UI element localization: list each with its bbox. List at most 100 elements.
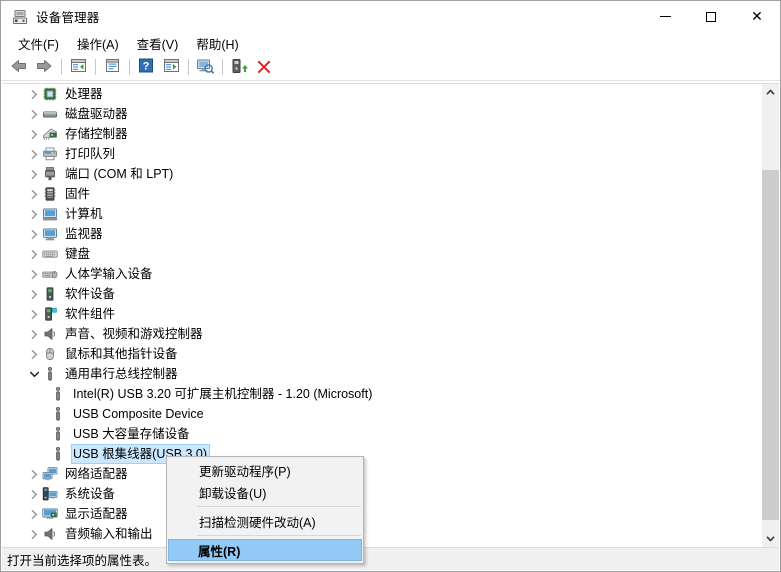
tree-item-label: 音频输入和输出	[65, 527, 153, 541]
chevron-right-icon[interactable]	[26, 264, 42, 284]
show-hide-console-tree-button[interactable]	[66, 56, 90, 78]
print-queue-icon	[42, 146, 58, 162]
usb-controller-icon	[42, 366, 58, 382]
menu-action[interactable]: 操作(A)	[68, 32, 128, 55]
forward-button[interactable]	[32, 56, 56, 78]
status-bar: 打开当前选择项的属性表。	[2, 547, 779, 570]
tree-item-label: 声音、视频和游戏控制器	[65, 327, 203, 341]
toolbar-separator	[61, 59, 62, 75]
tree-row[interactable]: 键盘	[2, 244, 761, 264]
tree-row[interactable]: 打印队列	[2, 144, 761, 164]
properties-button[interactable]	[100, 56, 124, 78]
tree-row[interactable]: 软件设备	[2, 284, 761, 304]
scan-hardware-changes-button[interactable]	[193, 56, 217, 78]
chevron-right-icon[interactable]	[26, 484, 42, 504]
title-bar: 设备管理器 ✕	[1, 1, 780, 32]
chevron-right-icon[interactable]	[26, 324, 42, 344]
chevron-right-icon[interactable]	[26, 344, 42, 364]
disk-drive-icon	[42, 106, 58, 122]
sound-video-game-icon	[42, 326, 58, 342]
action-menu-button[interactable]	[159, 56, 183, 78]
tree-row[interactable]: 计算机	[2, 204, 761, 224]
tree-row[interactable]: 系统设备	[2, 484, 761, 504]
tree-item-label: 固件	[65, 187, 91, 201]
properties-icon	[104, 58, 121, 76]
help-button[interactable]: ?	[134, 56, 158, 78]
tree-row[interactable]: 鼠标和其他指针设备	[2, 344, 761, 364]
tree-row[interactable]: 人体学输入设备	[2, 264, 761, 284]
tree-row[interactable]: Intel(R) USB 3.20 可扩展主机控制器 - 1.20 (Micro…	[2, 384, 761, 404]
action-menu-icon	[163, 58, 180, 76]
maximize-icon	[706, 11, 716, 22]
maximize-button[interactable]	[688, 1, 734, 32]
chevron-right-icon[interactable]	[26, 204, 42, 224]
chevron-right-icon[interactable]	[26, 524, 42, 544]
monitor-icon	[42, 226, 58, 242]
back-button[interactable]	[7, 56, 31, 78]
svg-text:?: ?	[143, 61, 150, 73]
tree-item-label: 存储控制器	[65, 127, 128, 141]
tree-row[interactable]: 端口 (COM 和 LPT)	[2, 164, 761, 184]
minimize-button[interactable]	[642, 1, 688, 32]
tree-row[interactable]: 音频输入和输出	[2, 524, 761, 544]
tree-row[interactable]: USB 大容量存储设备	[2, 424, 761, 444]
chevron-right-icon[interactable]	[26, 144, 42, 164]
ctx-properties[interactable]: 属性(R)	[168, 539, 362, 561]
device-tree-pane: 处理器 磁盘驱动器 存储控制器 打印队列 端口 (COM 和 LPT) 固件 计…	[2, 83, 779, 547]
chevron-right-icon[interactable]	[26, 284, 42, 304]
usb-device-icon	[50, 386, 66, 402]
tree-row[interactable]: 声音、视频和游戏控制器	[2, 324, 761, 344]
network-adapter-icon	[42, 466, 58, 482]
tree-row[interactable]: 存储控制器	[2, 124, 761, 144]
chevron-right-icon[interactable]	[26, 224, 42, 244]
tree-row[interactable]: 固件	[2, 184, 761, 204]
forward-arrow-icon	[35, 58, 53, 77]
system-device-icon	[42, 486, 58, 502]
status-bar-text: 打开当前选择项的属性表。	[7, 553, 158, 568]
tree-row[interactable]: 监视器	[2, 224, 761, 244]
vertical-scrollbar[interactable]	[761, 84, 779, 547]
scroll-up-button[interactable]	[762, 84, 779, 101]
menu-help[interactable]: 帮助(H)	[187, 32, 247, 55]
chevron-right-icon[interactable]	[26, 504, 42, 524]
uninstall-device-button[interactable]	[252, 56, 276, 78]
chevron-right-icon[interactable]	[26, 464, 42, 484]
ctx-uninstall-device[interactable]: 卸载设备(U)	[169, 481, 361, 503]
tree-row[interactable]: 软件组件	[2, 304, 761, 324]
device-tree[interactable]: 处理器 磁盘驱动器 存储控制器 打印队列 端口 (COM 和 LPT) 固件 计…	[2, 84, 761, 547]
toolbar-separator	[129, 59, 130, 75]
chevron-right-icon[interactable]	[26, 164, 42, 184]
update-driver-button[interactable]	[227, 56, 251, 78]
scroll-down-button[interactable]	[762, 530, 779, 547]
menu-view[interactable]: 查看(V)	[128, 32, 188, 55]
update-driver-icon	[231, 58, 248, 77]
ctx-update-driver[interactable]: 更新驱动程序(P)	[169, 459, 361, 481]
chevron-right-icon[interactable]	[26, 244, 42, 264]
chevron-right-icon[interactable]	[26, 124, 42, 144]
usb-device-icon	[50, 406, 66, 422]
tree-row[interactable]: 网络适配器	[2, 464, 761, 484]
ctx-scan-hardware-changes[interactable]: 扫描检测硬件改动(A)	[169, 510, 361, 532]
chevron-right-icon[interactable]	[26, 184, 42, 204]
close-icon: ✕	[751, 8, 763, 25]
close-button[interactable]: ✕	[734, 1, 780, 32]
minimize-icon	[659, 16, 671, 17]
chevron-down-icon[interactable]	[26, 364, 42, 384]
tree-row[interactable]: 磁盘驱动器	[2, 104, 761, 124]
menu-file[interactable]: 文件(F)	[9, 32, 68, 55]
tree-item-label: Intel(R) USB 3.20 可扩展主机控制器 - 1.20 (Micro…	[73, 387, 373, 401]
tree-row[interactable]: 通用串行总线控制器	[2, 364, 761, 384]
tree-row[interactable]: 显示适配器	[2, 504, 761, 524]
chevron-right-icon[interactable]	[26, 304, 42, 324]
chevron-right-icon[interactable]	[26, 84, 42, 104]
tree-row-selected[interactable]: USB 根集线器(USB 3.0)	[2, 444, 761, 464]
scrollbar-thumb[interactable]	[762, 170, 779, 520]
tree-row[interactable]: USB Composite Device	[2, 404, 761, 424]
tree-row[interactable]: 处理器	[2, 84, 761, 104]
tree-item-label: USB Composite Device	[73, 407, 204, 421]
tree-item-label: 软件设备	[65, 287, 116, 301]
processor-icon	[42, 86, 58, 102]
tree-item-label: 键盘	[65, 247, 91, 261]
chevron-right-icon[interactable]	[26, 104, 42, 124]
tree-item-label: 通用串行总线控制器	[65, 367, 178, 381]
